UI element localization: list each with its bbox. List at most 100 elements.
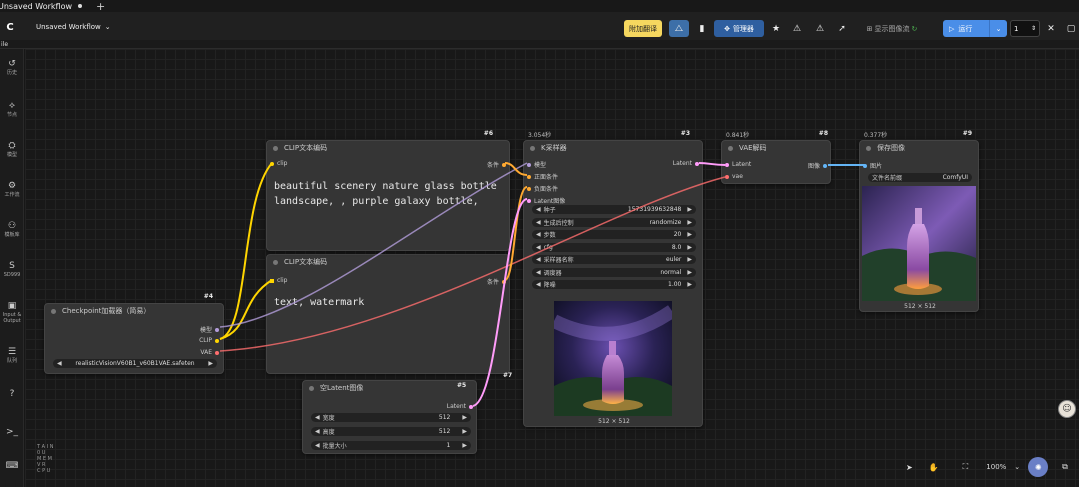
widget-label: 调度器 bbox=[543, 269, 562, 277]
filename-prefix-input[interactable]: 文件名前缀 ComfyUI bbox=[868, 173, 972, 182]
sidebar-item-10[interactable]: ⌨ bbox=[0, 461, 24, 471]
comfy-logo-icon[interactable]: C bbox=[2, 20, 18, 34]
ksampler-widget-3[interactable]: ◀ cfg 8.0 ▶ bbox=[532, 242, 696, 252]
node-id-badge: #6 bbox=[483, 130, 493, 137]
collapse-dot-icon[interactable] bbox=[728, 145, 733, 151]
terminal-icon: >_ bbox=[5, 427, 19, 437]
zoom-level[interactable]: 100% bbox=[986, 463, 1006, 471]
output-vae[interactable]: VAE bbox=[200, 349, 219, 356]
output-latent[interactable]: Latent bbox=[673, 160, 699, 167]
input-vae[interactable]: vae bbox=[725, 173, 743, 180]
input-clip[interactable]: clip bbox=[270, 277, 287, 284]
positive-prompt-textarea[interactable]: beautiful scenery nature glass bottle la… bbox=[274, 179, 508, 209]
translate-button[interactable]: 附加翻译 bbox=[624, 20, 662, 37]
ksampler-widget-1[interactable]: ◀ 生成后控制 randomize ▶ bbox=[532, 217, 696, 227]
node-checkpoint-loader[interactable]: #4 Checkpoint加载器（简易） 模型 CLIP VAE ◀ realis… bbox=[44, 293, 224, 374]
ksampler-preview-image[interactable] bbox=[554, 301, 672, 416]
input-negative[interactable]: 负面条件 bbox=[527, 184, 558, 193]
saved-image-preview[interactable] bbox=[862, 186, 976, 301]
batch-size-widget[interactable]: ◀ 批量大小 1 ▶ bbox=[311, 441, 471, 450]
close-panel-icon[interactable]: ✕ bbox=[1043, 20, 1059, 37]
arrow-right-icon: ▶ bbox=[687, 231, 692, 238]
sidebar-item-0[interactable]: ↺ 历史 bbox=[0, 59, 24, 76]
workflow-menu[interactable]: Unsaved Workflow ⌄ bbox=[36, 23, 111, 31]
output-model[interactable]: 模型 bbox=[200, 325, 219, 334]
pan-tool-icon[interactable]: ✋ bbox=[929, 463, 939, 472]
share-icon[interactable]: ➚ bbox=[834, 20, 850, 37]
node-title: 空Latent图像 bbox=[320, 384, 364, 392]
node-vae-decode[interactable]: 0.841秒 #8 VAE解码 Latent vae 图像 bbox=[721, 130, 831, 184]
run-options-button[interactable]: ⌄ bbox=[989, 20, 1007, 37]
output-conditioning[interactable]: 条件 bbox=[487, 160, 506, 169]
assistant-avatar-icon[interactable]: ☺ bbox=[1058, 400, 1076, 418]
input-images[interactable]: 图片 bbox=[863, 161, 882, 170]
fit-view-icon[interactable]: ⛶ bbox=[963, 462, 969, 472]
ksampler-widget-5[interactable]: ◀ 调度器 normal ▶ bbox=[532, 267, 696, 277]
input-latent[interactable]: Latent图像 bbox=[527, 196, 565, 205]
select-tool-icon[interactable]: ➤ bbox=[906, 463, 913, 472]
arrow-right-icon: ▶ bbox=[462, 414, 467, 421]
sidebar-item-7[interactable]: ☰ 队列 bbox=[0, 347, 24, 364]
collapse-dot-icon[interactable] bbox=[273, 145, 278, 151]
collapse-dot-icon[interactable] bbox=[273, 259, 278, 265]
run-button[interactable]: ▷ 运行 bbox=[943, 20, 989, 37]
sidebar-item-5[interactable]: S SD999 bbox=[0, 261, 24, 278]
collapse-dot-icon[interactable] bbox=[51, 308, 56, 314]
sidebar-item-6[interactable]: ▣ Input & Output bbox=[0, 301, 24, 324]
negative-prompt-textarea[interactable]: text, watermark bbox=[274, 295, 504, 310]
tab-strip: Unsaved Workflow + bbox=[0, 0, 1079, 12]
height-widget[interactable]: ◀ 高度 512 ▶ bbox=[311, 427, 471, 436]
node-empty-latent[interactable]: 空Latent图像 Latent ◀ 宽度 512 ▶ ◀ 高度 512 ▶ ◀ 批量大小 1 ▶ bbox=[302, 380, 477, 454]
width-widget[interactable]: ◀ 宽度 512 ▶ bbox=[311, 413, 471, 422]
show-image-toggle[interactable]: ⊞ 显示图像流 ↻ bbox=[858, 20, 926, 37]
sidebar-item-8[interactable]: ? bbox=[0, 389, 24, 399]
sidebar-item-2[interactable]: ⛭ 模型 bbox=[0, 141, 24, 158]
output-latent[interactable]: Latent bbox=[447, 403, 473, 410]
node-id-badge: #8 bbox=[818, 130, 828, 137]
ksampler-widget-2[interactable]: ◀ 步数 20 ▶ bbox=[532, 230, 696, 239]
ckpt-name-select[interactable]: ◀ realisticVisionV60B1_v60B1VAE.safeten ▶ bbox=[53, 359, 217, 368]
ksampler-widget-4[interactable]: ◀ 采样器名称 euler ▶ bbox=[532, 255, 696, 264]
alert-icon[interactable]: ⚠ bbox=[812, 20, 828, 37]
sidebar-item-3[interactable]: ⚙ 工作流 bbox=[0, 181, 24, 198]
link-visibility-icon[interactable]: ⧉ bbox=[1062, 462, 1068, 472]
sidebar-item-1[interactable]: ⟡ 节点 bbox=[0, 101, 24, 118]
node-ksampler[interactable]: 3.054秒 #3 K采样器 模型 正面条件 负面条件 Latent图像 Lat… bbox=[523, 130, 703, 427]
warning-icon[interactable]: ⚠ bbox=[789, 20, 805, 37]
input-samples[interactable]: Latent bbox=[725, 161, 751, 168]
chevron-down-icon[interactable]: ⌄ bbox=[1014, 463, 1020, 471]
ksampler-widget-0[interactable]: ◀ 种子 15731939632848 ▶ bbox=[532, 205, 696, 214]
minimap-icon[interactable]: ✺ bbox=[1028, 457, 1049, 477]
nodes-map-icon[interactable]: ⧍ bbox=[669, 20, 689, 37]
input-model[interactable]: 模型 bbox=[527, 160, 546, 169]
input-positive[interactable]: 正面条件 bbox=[527, 172, 558, 181]
manager-button[interactable]: ✥ 管理器 bbox=[714, 20, 764, 37]
node-save-image[interactable]: 0.377秒 #9 保存图像 图片 文件名前缀 ComfyUI 512 × 512 bbox=[859, 130, 979, 312]
node-clip-text-positive[interactable]: #6 CLIP文本编码 clip 条件 beautiful scenery na… bbox=[266, 130, 510, 251]
arrow-left-icon: ◀ bbox=[536, 218, 541, 226]
widget-value: 8.0 bbox=[671, 243, 682, 251]
star-icon[interactable]: ★ bbox=[768, 20, 784, 37]
output-clip[interactable]: CLIP bbox=[199, 337, 219, 344]
input-clip[interactable]: clip bbox=[270, 160, 287, 167]
ksampler-widget-6[interactable]: ◀ 降噪 1.00 ▶ bbox=[532, 280, 696, 289]
queue-count-input[interactable]: 1 ⇕ bbox=[1010, 20, 1040, 37]
collapse-dot-icon[interactable] bbox=[530, 145, 535, 151]
slot-label: Latent bbox=[732, 161, 752, 168]
arrow-left-icon: ◀ bbox=[536, 268, 541, 276]
node-title: CLIP文本编码 bbox=[284, 258, 328, 266]
tab-workflow[interactable]: Unsaved Workflow bbox=[0, 0, 88, 12]
sidebar-item-4[interactable]: ⚇ 模板库 bbox=[0, 221, 24, 238]
slot-dot-icon bbox=[527, 162, 531, 167]
model-icon: ⛭ bbox=[8, 141, 16, 151]
collapse-dot-icon[interactable] bbox=[309, 385, 314, 391]
collapse-dot-icon[interactable] bbox=[866, 145, 871, 151]
sidebar-item-9[interactable]: >_ bbox=[0, 427, 24, 437]
node-clip-text-negative[interactable]: #7 CLIP文本编码 clip 条件 text, watermark bbox=[266, 254, 512, 379]
template-icon: ⚇ bbox=[7, 221, 17, 231]
output-conditioning[interactable]: 条件 bbox=[487, 277, 506, 286]
bookmark-icon[interactable]: ▮ bbox=[694, 20, 710, 37]
window-icon[interactable]: ▢ bbox=[1063, 20, 1079, 37]
output-image[interactable]: 图像 bbox=[808, 161, 827, 170]
add-tab-icon[interactable]: + bbox=[96, 1, 105, 12]
